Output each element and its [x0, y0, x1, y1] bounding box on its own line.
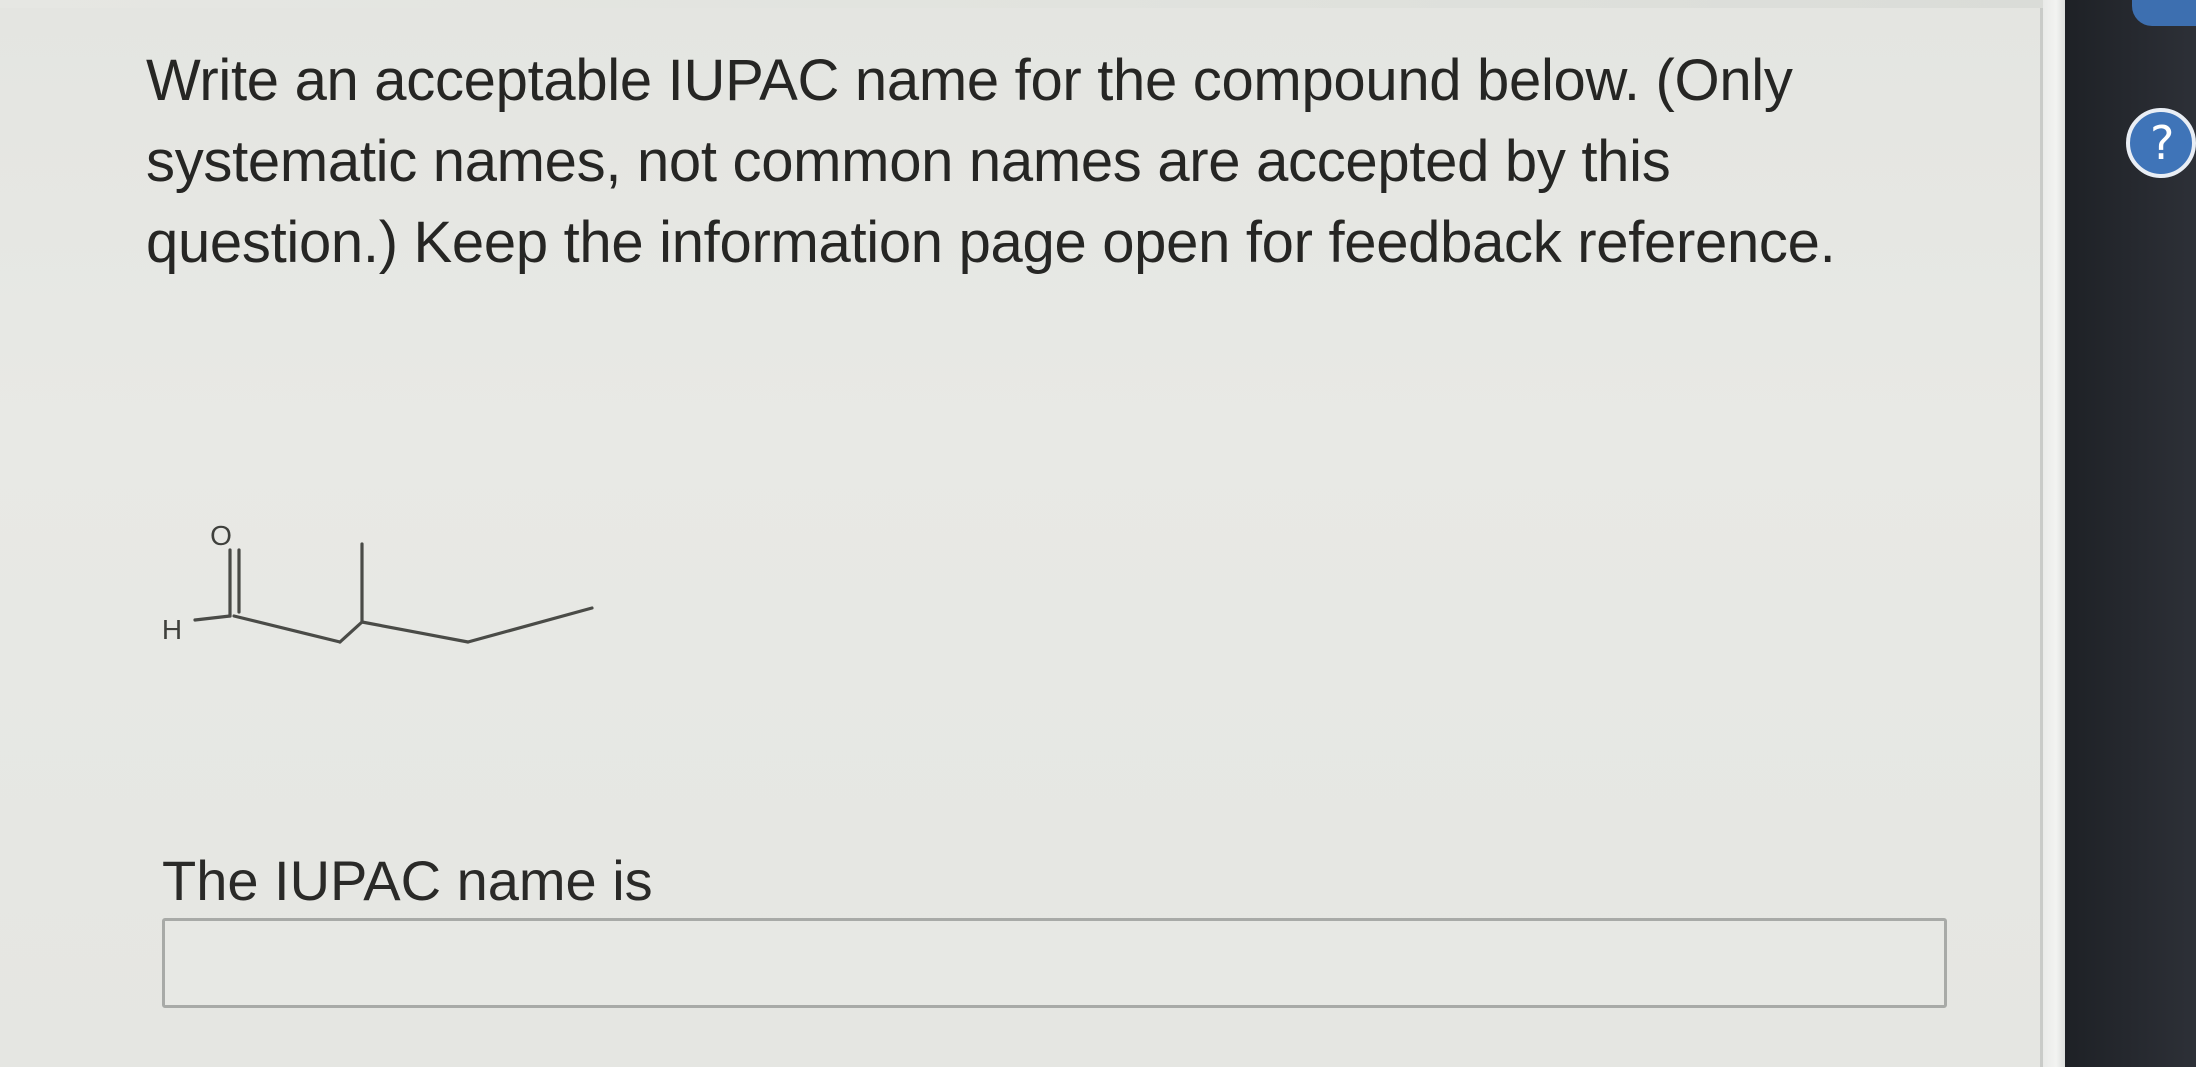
compound-structure: O H	[162, 520, 594, 645]
question-prompt: Write an acceptable IUPAC name for the c…	[146, 48, 1836, 275]
question-panel: Write an acceptable IUPAC name for the c…	[0, 8, 2043, 1067]
bond-c3-c4	[360, 620, 470, 644]
panel-scroll-edge	[2043, 0, 2065, 1067]
bond-h-c1	[193, 614, 232, 622]
help-symbol: ?	[2150, 116, 2175, 170]
top-sidebar-button[interactable]	[2132, 0, 2196, 26]
iupac-name-input[interactable]	[162, 918, 1947, 1008]
answer-label: The IUPAC name is	[162, 849, 653, 912]
bond-c4-c5	[466, 606, 594, 644]
oxygen-label: O	[210, 520, 232, 551]
help-icon[interactable]: ?	[2126, 108, 2196, 178]
bond-c1-c2	[232, 614, 342, 644]
bond-c2-c3	[338, 620, 364, 644]
hydrogen-label: H	[162, 614, 182, 645]
screen: Write an acceptable IUPAC name for the c…	[0, 0, 2196, 1067]
